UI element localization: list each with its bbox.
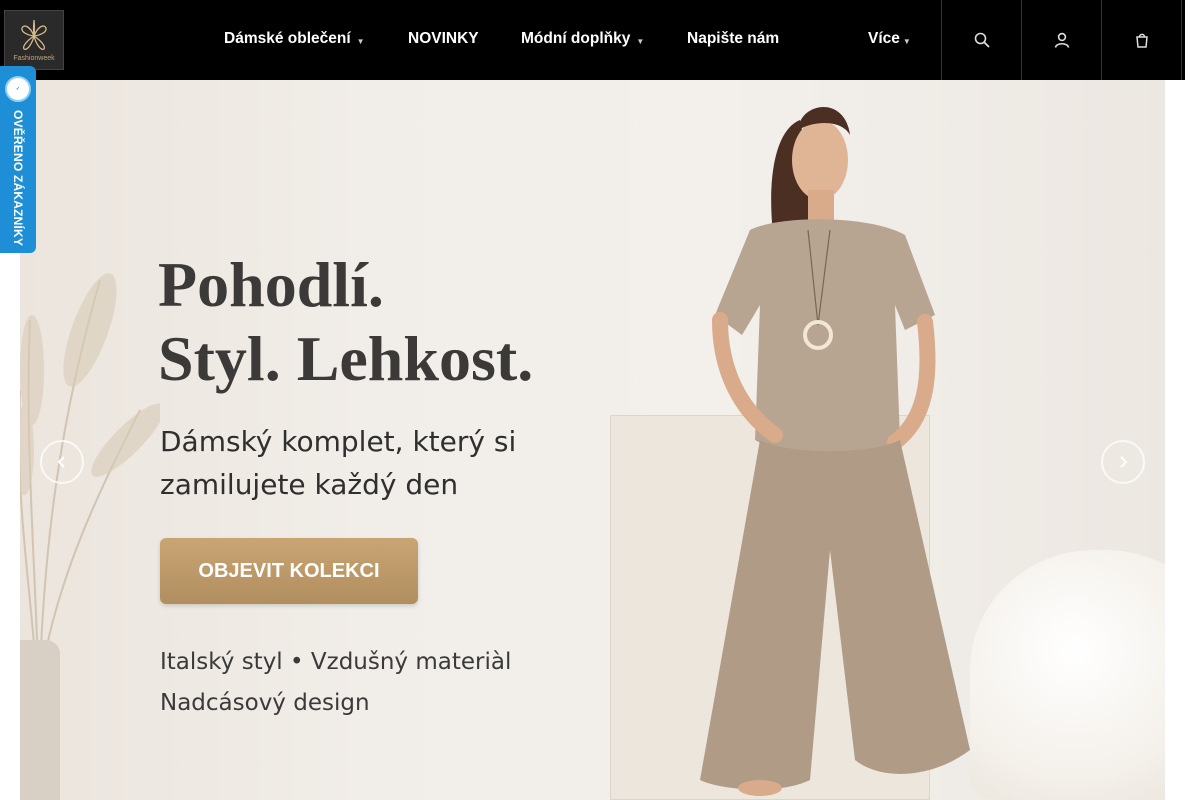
chevron-left-icon [57,456,65,468]
pouf-decoration [970,550,1165,800]
features-line: Nadcásový design [160,690,370,716]
nav-contact[interactable]: Napište nám [687,30,779,48]
site-logo[interactable]: Fashionweek [4,10,64,70]
vase-decoration [20,640,60,800]
flower-logo-icon [21,19,47,50]
verified-seal-icon: ✓ [5,76,31,102]
search-icon [974,32,990,48]
nav-womens-clothing[interactable]: Dámské oblečení ▼ [224,30,365,48]
verified-by-customers-badge[interactable]: ✓ OVĚŘENO ZÁKAZNÍKY [0,66,36,253]
features-line: Italský styl • Vzdušný materiàl [160,649,512,675]
account-button[interactable] [1021,0,1101,80]
nav-label: NOVINKY [408,30,479,47]
chevron-down-icon: ▼ [356,36,365,46]
subline-line: Dámský komplet, který si [160,425,517,458]
subline-line: zamilujete každý den [160,468,459,501]
headline-line: Styl. Lehkost. [158,323,534,394]
slider-next-button[interactable] [1101,440,1145,484]
discover-collection-button[interactable]: OBJEVIT KOLEKCI [160,538,418,604]
badge-label: OVĚŘENO ZÁKAZNÍKY [11,110,25,247]
user-icon [1054,32,1069,48]
site-header: Fashionweek Dámské oblečení ▼ NOVINKY Mó… [0,0,1185,80]
nav-more[interactable]: Více ▼ [868,30,911,48]
hero-subline: Dámský komplet, který si zamilujete každ… [160,420,560,506]
header-divider [1181,0,1185,80]
logo-text: Fashionweek [13,55,55,62]
hero-banner[interactable]: Pohodlí. Styl. Lehkost. Dámský komplet, … [20,80,1165,800]
nav-label: Více [868,30,900,47]
nav-label: Módní doplňky [521,30,631,47]
hero-headline: Pohodlí. Styl. Lehkost. [158,248,533,396]
hero-features: Italský styl • Vzdušný materiàl Nadcásov… [160,642,511,724]
slider-prev-button[interactable] [40,440,84,484]
search-button[interactable] [941,0,1021,80]
nav-new-arrivals[interactable]: NOVINKY [408,30,479,48]
nav-label: Napište nám [687,30,780,47]
chevron-right-icon [1120,456,1128,468]
model-photo [700,106,970,796]
cart-button[interactable] [1101,0,1181,80]
chevron-down-icon: ▼ [902,36,911,46]
chevron-down-icon: ▼ [636,36,645,46]
cart-icon [1135,33,1148,48]
nav-label: Dámské oblečení [224,30,351,47]
nav-accessories[interactable]: Módní doplňky ▼ [521,30,644,48]
headline-line: Pohodlí. [158,249,384,320]
